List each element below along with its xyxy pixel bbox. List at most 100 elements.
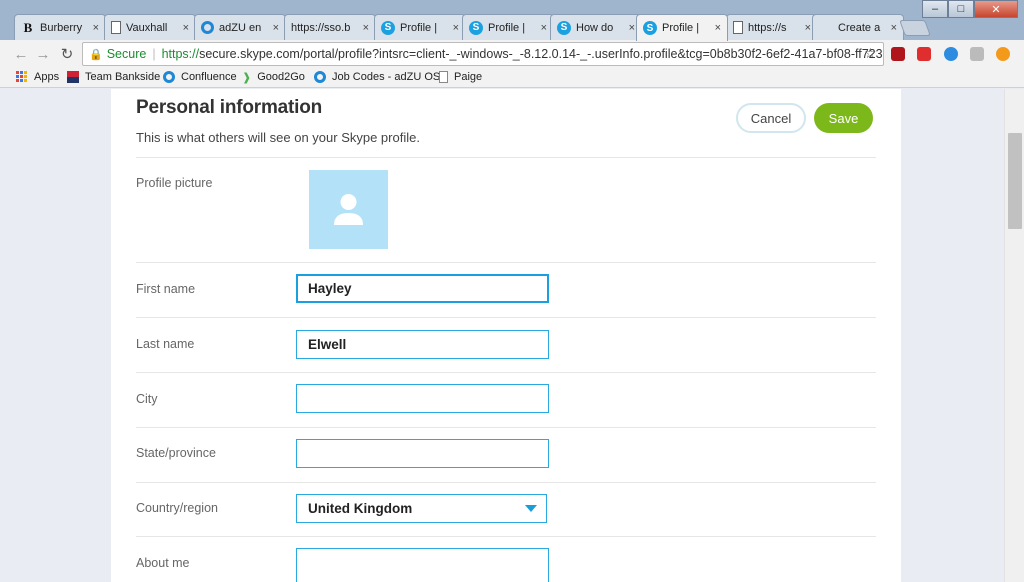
divider <box>136 482 876 483</box>
divider <box>136 427 876 428</box>
tab-title: https://s <box>748 21 787 34</box>
update-extension-icon[interactable] <box>996 47 1010 61</box>
state-province-label: State/province <box>136 446 216 460</box>
bookmark-apps[interactable]: Apps <box>16 71 59 83</box>
person-icon <box>334 194 363 225</box>
close-icon[interactable]: × <box>629 22 635 34</box>
pdf-extension-icon[interactable] <box>891 47 905 61</box>
url-text: secure.skype.com/portal/profile?intsrc=c… <box>199 47 884 61</box>
country-select[interactable]: United Kingdom <box>296 494 547 523</box>
close-icon[interactable]: × <box>541 22 547 34</box>
chevron-down-icon <box>525 505 537 512</box>
skype-icon: S <box>557 20 571 35</box>
apps-grid-icon <box>16 71 28 83</box>
address-separator: | <box>152 47 156 61</box>
tab-https-s[interactable]: https://s × <box>726 14 818 40</box>
page-viewport: Personal information This is what others… <box>0 89 1004 582</box>
tab-skype-how-do[interactable]: S How do × <box>550 14 642 40</box>
close-icon[interactable]: × <box>363 22 369 34</box>
skype-icon: S <box>381 20 395 35</box>
cancel-button[interactable]: Cancel <box>736 103 806 133</box>
confluence-icon <box>314 71 326 83</box>
tab-title: Profile | <box>662 22 700 34</box>
secure-label: Secure <box>106 47 147 61</box>
document-icon <box>439 71 448 83</box>
bookmark-label: Confluence <box>181 71 237 83</box>
profile-card: Personal information This is what others… <box>111 89 901 582</box>
profile-picture-label: Profile picture <box>136 176 213 190</box>
forward-arrow-icon[interactable]: → <box>34 45 52 63</box>
tab-title: Create a <box>838 21 881 34</box>
bookmark-confluence[interactable]: Confluence <box>163 71 237 83</box>
close-icon[interactable]: × <box>715 22 721 34</box>
confluence-icon <box>201 21 214 34</box>
bookmark-label: Paige <box>454 71 483 83</box>
url-scheme: https:// <box>161 47 200 61</box>
tab-title: Profile | <box>400 21 438 34</box>
bookmark-team-bankside[interactable]: Team Bankside <box>67 71 160 83</box>
back-arrow-icon[interactable]: ← <box>12 45 30 63</box>
tab-create-a[interactable]: Create a × <box>812 14 904 40</box>
skype-icon: S <box>469 20 483 35</box>
cast-extension-icon[interactable] <box>970 47 984 61</box>
tab-title: Burberry <box>40 21 83 34</box>
address-bar[interactable]: 🔒 Secure | https://secure.skype.com/port… <box>82 42 884 66</box>
confluence-icon <box>163 71 175 83</box>
country-region-label: Country/region <box>136 501 218 515</box>
first-name-label: First name <box>136 282 196 296</box>
lock-icon: 🔒 <box>89 48 103 61</box>
new-tab-button[interactable] <box>899 20 931 36</box>
first-name-field[interactable]: Hayley <box>296 274 549 303</box>
bookmark-paige[interactable]: Paige <box>439 71 482 83</box>
window-controls: – □ ✕ <box>922 0 1018 18</box>
last-name-field[interactable]: Elwell <box>296 330 549 359</box>
tab-vauxhall[interactable]: Vauxhall × <box>104 14 196 40</box>
minimize-icon[interactable]: – <box>922 0 948 18</box>
window-close-icon[interactable]: ✕ <box>974 0 1018 18</box>
close-icon[interactable]: × <box>805 22 811 34</box>
tab-skype-profile-active[interactable]: S Profile | × <box>636 14 728 41</box>
tab-skype-profile-1[interactable]: S Profile | × <box>374 14 466 40</box>
last-name-label: Last name <box>136 337 195 351</box>
tab-sso[interactable]: https://sso.b × <box>284 14 376 40</box>
tab-title: adZU en <box>219 21 262 34</box>
country-select-value: United Kingdom <box>308 501 413 516</box>
close-icon[interactable]: × <box>891 22 897 34</box>
about-me-field[interactable] <box>296 548 549 582</box>
scrollbar-thumb[interactable] <box>1008 133 1022 229</box>
bookmark-good2go[interactable]: ❱ Good2Go <box>242 71 305 84</box>
state-province-field[interactable] <box>296 439 549 468</box>
tab-burberry[interactable]: B Burberry × <box>14 14 106 40</box>
tab-title: How do <box>576 21 614 34</box>
about-me-label: About me <box>136 556 190 570</box>
tab-title: Vauxhall <box>126 21 168 34</box>
video-extension-icon[interactable] <box>944 47 958 61</box>
bookmark-star-icon[interactable]: ☆ <box>864 45 877 62</box>
maximize-icon[interactable]: □ <box>948 0 974 18</box>
page-scrollbar[interactable] <box>1004 89 1024 582</box>
city-field[interactable] <box>296 384 549 413</box>
page-title: Personal information <box>136 97 323 118</box>
tab-adzu[interactable]: adZU en × <box>194 14 286 40</box>
microsoft-icon <box>819 21 833 35</box>
divider <box>136 157 876 158</box>
city-label: City <box>136 392 158 406</box>
burberry-icon: B <box>23 19 33 35</box>
bookmark-label: Job Codes - adZU OS <box>332 71 441 83</box>
tab-strip: B Burberry × Vauxhall × adZU en × https:… <box>0 0 1024 41</box>
bookmark-label: Team Bankside <box>85 71 161 83</box>
reload-icon[interactable]: ↻ <box>58 45 76 63</box>
flag-icon <box>67 71 79 83</box>
close-icon[interactable]: × <box>273 22 279 34</box>
close-icon[interactable]: × <box>93 22 99 34</box>
close-icon[interactable]: × <box>453 22 459 34</box>
bookmark-job-codes[interactable]: Job Codes - adZU OS <box>314 71 440 83</box>
tab-skype-profile-2[interactable]: S Profile | × <box>462 14 554 40</box>
wifi-icon: ❱ <box>242 72 252 84</box>
document-icon <box>733 21 743 34</box>
red-extension-icon[interactable] <box>917 47 931 61</box>
save-button[interactable]: Save <box>814 103 873 133</box>
close-icon[interactable]: × <box>183 22 189 34</box>
avatar[interactable] <box>309 170 388 249</box>
document-icon <box>111 21 121 34</box>
